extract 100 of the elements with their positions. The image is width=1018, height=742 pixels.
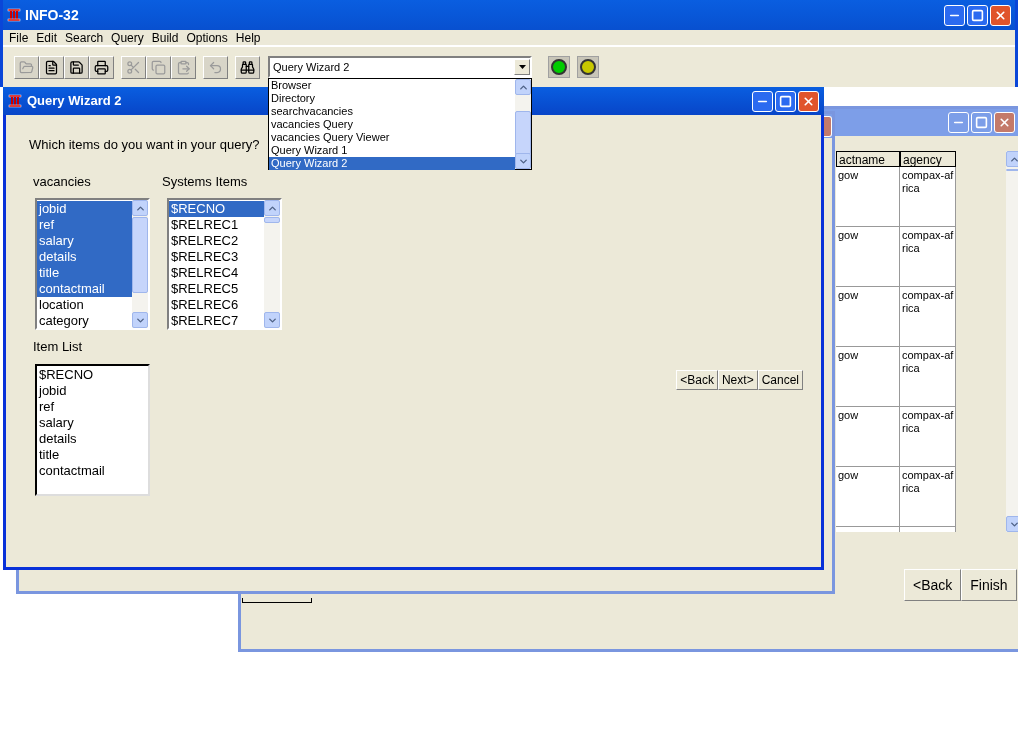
column-header[interactable]: agency <box>900 151 956 167</box>
wizard-question: Which items do you want in your query? <box>29 136 260 154</box>
table-cell: compax-africa <box>900 287 956 347</box>
list-item[interactable]: $RELREC4 <box>169 265 264 281</box>
list-item[interactable]: $RELREC2 <box>169 233 264 249</box>
new-button[interactable] <box>39 55 64 79</box>
list-label: vacancies <box>33 172 92 191</box>
dropdown-value: Query Wizard 2 <box>272 59 351 75</box>
close-icon <box>802 94 815 108</box>
list-item[interactable]: $RELREC1 <box>169 217 264 233</box>
table-cell: compax-africa <box>900 407 956 467</box>
list-item[interactable]: $RELREC7 <box>169 313 264 328</box>
blank-button[interactable] <box>242 598 312 603</box>
menu-item[interactable]: Search <box>61 28 108 47</box>
scroll-down-icon[interactable] <box>264 312 280 328</box>
close-button[interactable] <box>994 112 1015 133</box>
dialog-button[interactable]: <Back <box>904 569 962 601</box>
maximize-button[interactable] <box>971 112 992 133</box>
menu-item[interactable]: File <box>5 28 33 47</box>
list-item[interactable]: $RECNO <box>37 366 148 383</box>
list-item[interactable]: contactmail <box>37 281 132 297</box>
print-button[interactable] <box>89 55 114 79</box>
list-label: Item List <box>33 338 84 356</box>
list-item[interactable]: ref <box>37 398 148 415</box>
scroll-down-icon[interactable] <box>132 312 148 328</box>
app-icon <box>7 8 21 22</box>
dropdown-option[interactable]: Directory <box>269 92 515 105</box>
menu-item[interactable]: Build <box>147 28 183 47</box>
scroll-thumb[interactable] <box>1006 169 1018 171</box>
menu-item[interactable]: Options <box>182 28 232 47</box>
list-item[interactable]: details <box>37 430 148 447</box>
maximize-button[interactable] <box>775 90 796 112</box>
list-item[interactable]: ref <box>37 217 132 233</box>
list-item[interactable]: $RECNO <box>169 201 264 217</box>
scroll-up-icon[interactable] <box>1006 151 1018 167</box>
scrollbar[interactable] <box>264 200 280 328</box>
list-item[interactable]: salary <box>37 233 132 249</box>
dropdown-option[interactable]: searchvacancies <box>269 105 515 118</box>
scrollbar[interactable] <box>1006 151 1018 532</box>
scroll-down-icon[interactable] <box>515 153 531 169</box>
list-item[interactable]: $RELREC6 <box>169 297 264 313</box>
dropdown-option[interactable]: vacancies Query Viewer <box>269 131 515 144</box>
close-icon <box>994 8 1007 22</box>
scroll-down-icon[interactable] <box>1006 516 1018 532</box>
print-icon <box>94 59 109 75</box>
find-button[interactable] <box>235 55 260 79</box>
scroll-up-icon[interactable] <box>264 200 280 216</box>
close-button[interactable] <box>990 4 1011 26</box>
maximize-icon <box>779 94 792 108</box>
view-dropdown[interactable]: Query Wizard 2 <box>268 56 532 78</box>
scrollbar[interactable] <box>515 79 531 169</box>
close-button[interactable] <box>798 90 819 112</box>
save-icon <box>69 59 84 75</box>
list-item[interactable]: contactmail <box>37 462 148 479</box>
list-item[interactable]: $RELREC5 <box>169 281 264 297</box>
dropdown-option[interactable]: vacancies Query <box>269 118 515 131</box>
open-icon <box>19 59 34 75</box>
list-box[interactable]: jobid ref salary details title contactmail location category <box>35 198 150 330</box>
maximize-button[interactable] <box>967 4 988 26</box>
scroll-thumb[interactable] <box>264 217 280 223</box>
maximize-icon <box>975 116 988 129</box>
dialog-button[interactable]: Finish <box>961 569 1017 601</box>
table-cell: gow <box>836 467 900 527</box>
list-item[interactable]: title <box>37 446 148 463</box>
dropdown-option[interactable]: Browser <box>269 79 515 92</box>
scroll-up-icon[interactable] <box>132 200 148 216</box>
list-item[interactable]: details <box>37 249 132 265</box>
new-icon <box>44 59 59 75</box>
list-label: Systems Items <box>162 172 249 191</box>
window-title: INFO-32 <box>25 5 79 25</box>
list-item[interactable]: jobid <box>37 382 148 399</box>
minimize-button[interactable] <box>948 112 969 133</box>
copy-icon <box>151 59 166 75</box>
list-item[interactable]: title <box>37 265 132 281</box>
table-cell: gow <box>836 287 900 347</box>
menu-item[interactable]: Help <box>231 28 265 47</box>
table-cell: compax-africa <box>900 347 956 407</box>
scrollbar[interactable] <box>132 200 148 328</box>
maximize-icon <box>971 8 984 22</box>
wizard-button[interactable]: Cancel <box>757 369 803 390</box>
close-button[interactable] <box>824 115 832 137</box>
list-item[interactable]: $RELREC3 <box>169 249 264 265</box>
table-cell: compax-africa <box>900 227 956 287</box>
list-box[interactable]: $RECNO $RELREC1 $RELREC2 $RELREC3 $RELREC4 $RELREC5 $RELREC6 $RELREC7 <box>167 198 282 330</box>
wizard-button[interactable]: Next> <box>717 369 758 390</box>
minimize-button[interactable] <box>752 90 773 112</box>
scroll-thumb[interactable] <box>515 111 531 155</box>
list-item[interactable]: location <box>37 297 132 313</box>
list-item[interactable]: category <box>37 313 132 328</box>
save-button[interactable] <box>64 55 89 79</box>
list-item[interactable]: salary <box>37 414 148 431</box>
dropdown-option[interactable]: Query Wizard 2 <box>269 157 515 170</box>
menu-item[interactable]: Edit <box>32 28 62 47</box>
dropdown-option[interactable]: Query Wizard 1 <box>269 144 515 157</box>
minimize-button[interactable] <box>944 4 965 26</box>
menu-item[interactable]: Query <box>107 28 148 47</box>
column-header[interactable]: actname <box>836 151 900 167</box>
wizard-button[interactable]: <Back <box>676 369 718 390</box>
scroll-thumb[interactable] <box>132 217 148 293</box>
list-item[interactable]: jobid <box>37 201 132 217</box>
